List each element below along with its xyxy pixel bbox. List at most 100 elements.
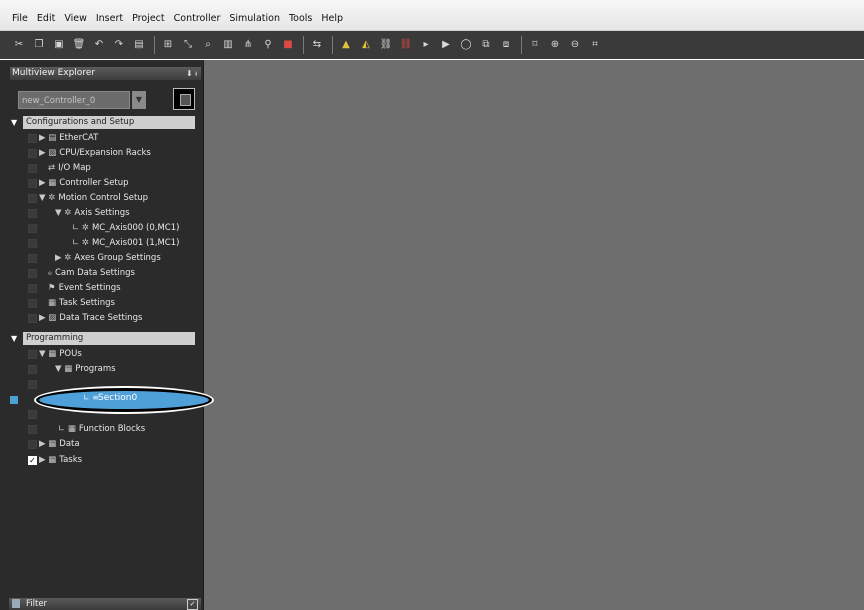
find-icon[interactable]: ▥ — [221, 38, 235, 52]
menu-help[interactable]: Help — [321, 13, 343, 24]
monitor-icon[interactable]: ⋔ — [241, 38, 255, 52]
tree-item-label: POUs — [59, 349, 82, 359]
program-mode-icon[interactable]: ▸ — [419, 38, 433, 52]
paste-icon[interactable]: ▣ — [52, 38, 66, 52]
alert-icon[interactable]: ◭ — [359, 38, 373, 52]
checkbox[interactable] — [28, 350, 37, 359]
compare-icon[interactable]: ⧈ — [499, 38, 513, 52]
menu-bar: File Edit View Insert Project Controller… — [0, 0, 864, 31]
menu-file[interactable]: File — [12, 13, 28, 24]
sync-icon[interactable]: ⧉ — [479, 38, 493, 52]
controller-display-button[interactable] — [173, 88, 195, 110]
menu-tools[interactable]: Tools — [289, 13, 312, 24]
warning-icon[interactable]: ▲ — [339, 38, 353, 52]
section-configurations[interactable]: ▼ Configurations and Setup — [8, 116, 195, 129]
checkbox[interactable] — [28, 440, 37, 449]
menu-edit[interactable]: Edit — [37, 13, 55, 24]
menu-view[interactable]: View — [64, 13, 87, 24]
checkbox[interactable] — [28, 425, 37, 434]
function-block-icon: ∟ ▦ — [58, 424, 76, 434]
tree-item-programs[interactable]: ▼ ▦ Programs — [8, 362, 201, 376]
tree-item-event-settings[interactable]: ⚑ Event Settings — [8, 281, 201, 295]
checkbox[interactable] — [28, 224, 37, 233]
zoom-out-icon[interactable]: ⊖ — [568, 38, 582, 52]
tree-item-pous[interactable]: ▼ ▦ POUs — [8, 347, 201, 361]
zoom-fit-icon[interactable]: ⌑ — [528, 38, 542, 52]
checkbox[interactable] — [28, 254, 37, 263]
variable-table-icon[interactable]: ⊞ — [161, 38, 175, 52]
expand-triangle-icon[interactable]: ▼ — [11, 116, 17, 129]
menu-simulation[interactable]: Simulation — [229, 13, 280, 24]
pin-icon[interactable]: ⬇ ᵼ — [186, 67, 197, 80]
selection-marker — [10, 396, 18, 404]
checkbox[interactable] — [28, 314, 37, 323]
menu-project[interactable]: Project — [132, 13, 165, 24]
delete-icon[interactable]: 🗑 — [72, 38, 86, 52]
link-icon[interactable]: ⛓ — [379, 38, 393, 52]
redo-icon[interactable]: ↷ — [112, 38, 126, 52]
disconnect-icon[interactable]: ⛓ — [399, 38, 413, 52]
cross-reference-icon[interactable]: ⤡ — [181, 38, 195, 52]
axis-icon: ▼ ✲ — [55, 208, 72, 218]
tree-item-cpu-racks[interactable]: ▶ ▨ CPU/Expansion Racks — [8, 146, 201, 160]
zoom-reset-icon[interactable]: ⌗ — [588, 38, 602, 52]
filter-expand-icon[interactable]: ✓ — [187, 599, 198, 610]
tree-item-tasks[interactable]: ✓ ▶ ▦ Tasks — [8, 453, 201, 467]
checkbox[interactable] — [28, 299, 37, 308]
tree-item-label: Function Blocks — [78, 424, 146, 434]
transfer-icon[interactable]: ⇆ — [310, 38, 324, 52]
tree-item-axis001[interactable]: ∟ ✲ MC_Axis001 (1,MC1) — [8, 236, 201, 250]
task-icon: ▦ — [48, 298, 57, 308]
expand-triangle-icon[interactable]: ▼ — [11, 332, 17, 345]
checkbox-checked[interactable]: ✓ — [28, 456, 37, 465]
section-label: Programming — [23, 332, 195, 345]
explorer-title: Multiview Explorer — [12, 68, 96, 78]
checkbox[interactable] — [28, 269, 37, 278]
cut-icon[interactable]: ✂ — [12, 38, 26, 52]
reset-icon[interactable]: ◯ — [459, 38, 473, 52]
section-programming[interactable]: ▼ Programming — [8, 332, 195, 345]
tree-item-controller-setup[interactable]: ▶ ▦ Controller Setup — [8, 176, 201, 190]
tree-item-function-blocks[interactable]: ∟ ▦ Function Blocks — [8, 422, 201, 436]
menu-list: File Edit View Insert Project Controller… — [12, 13, 352, 24]
menu-insert[interactable]: Insert — [96, 13, 123, 24]
checkbox[interactable] — [28, 194, 37, 203]
chevron-down-icon[interactable]: ▼ — [132, 91, 146, 109]
online-icon[interactable]: ⚲ — [261, 38, 275, 52]
zoom-in-icon[interactable]: ⊕ — [548, 38, 562, 52]
tree-item-axes-group[interactable]: ▶ ✲ Axes Group Settings — [8, 251, 201, 265]
menu-controller[interactable]: Controller — [174, 13, 221, 24]
tree-item-task-settings[interactable]: ▦ Task Settings — [8, 296, 201, 310]
stop-icon[interactable]: ■ — [281, 38, 295, 52]
controller-select-value[interactable]: new_Controller_0 — [18, 91, 130, 109]
controller-select[interactable]: new_Controller_0 ▼ — [18, 91, 146, 109]
tree-item-label: Data Trace Settings — [59, 313, 143, 323]
tree-item-label: EtherCAT — [59, 133, 99, 143]
checkbox[interactable] — [28, 284, 37, 293]
filter-bar[interactable]: Filter ✓ — [9, 598, 201, 610]
tree-item-label: Data — [59, 439, 80, 449]
checkbox[interactable] — [28, 209, 37, 218]
copy-icon[interactable]: ❐ — [32, 38, 46, 52]
run-mode-icon[interactable]: ▶ — [439, 38, 453, 52]
data-icon: ▶ ▦ — [39, 439, 57, 449]
undo-icon[interactable]: ↶ — [92, 38, 106, 52]
tree-item-data-trace[interactable]: ▶ ▨ Data Trace Settings — [8, 311, 201, 325]
checkbox[interactable] — [28, 164, 37, 173]
tree-item-label: Axes Group Settings — [74, 253, 161, 263]
tree-item-section0[interactable]: ∟ ≡ Section0 — [36, 388, 212, 412]
checkbox[interactable] — [28, 134, 37, 143]
checkbox[interactable] — [28, 179, 37, 188]
tree-item-ethercat[interactable]: ▶ ▤ EtherCAT — [8, 131, 201, 145]
checkbox[interactable] — [28, 365, 37, 374]
search-replace-icon[interactable]: ⌕ — [201, 38, 215, 52]
tree-item-cam-data[interactable]: ℴ Cam Data Settings — [8, 266, 201, 280]
checkbox[interactable] — [28, 149, 37, 158]
tree-item-axis000[interactable]: ∟ ✲ MC_Axis000 (0,MC1) — [8, 221, 201, 235]
checkbox[interactable] — [28, 239, 37, 248]
tree-item-data[interactable]: ▶ ▦ Data — [8, 437, 201, 451]
tree-item-motion-control[interactable]: ▼ ✲ Motion Control Setup — [8, 191, 201, 205]
build-icon[interactable]: ▤ — [132, 38, 146, 52]
tree-item-io-map[interactable]: ⇄ I/O Map — [8, 161, 201, 175]
tree-item-axis-settings[interactable]: ▼ ✲ Axis Settings — [8, 206, 201, 220]
